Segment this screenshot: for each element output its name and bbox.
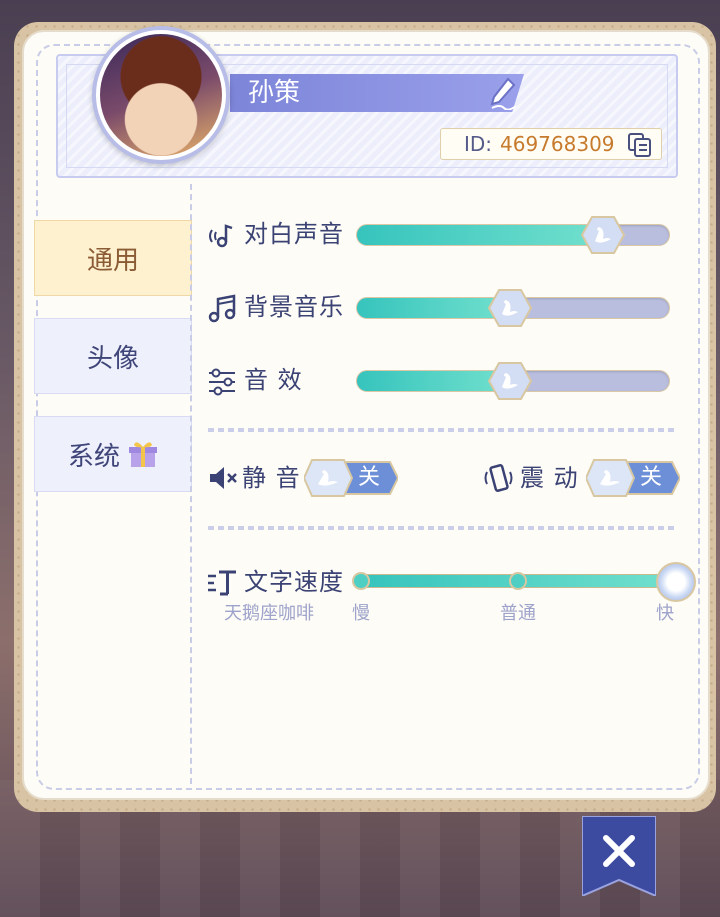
voice-label: 对白声音 [244, 220, 344, 248]
music-slider-knob[interactable] [487, 288, 532, 328]
music-icon [208, 294, 236, 323]
id-value: 469768309 [500, 132, 615, 156]
font-name: 天鹅座咖啡 [224, 603, 314, 624]
tick-slow-label: 慢 [352, 603, 370, 624]
gift-icon [129, 442, 157, 467]
speaker-mute-icon [210, 467, 237, 489]
tab-system-label: 系统 [67, 441, 120, 472]
mute-state: 关 [358, 465, 381, 490]
id-label: ID: [464, 132, 493, 156]
music-slider[interactable] [356, 289, 670, 327]
sfx-slider[interactable] [356, 362, 670, 400]
vibrate-toggle[interactable] [586, 458, 680, 498]
music-label: 背景音乐 [244, 293, 344, 321]
voice-slider-knob[interactable] [581, 215, 626, 255]
voice-slider[interactable] [356, 216, 670, 254]
tick-normal-label: 普通 [500, 603, 536, 624]
voice-icon [209, 224, 233, 248]
sfx-slider-knob[interactable] [487, 361, 532, 401]
tab-general[interactable]: 通用 [34, 220, 192, 296]
vibrate-state: 关 [640, 465, 663, 490]
speed-tick-slow[interactable] [352, 572, 370, 590]
sfx-label: 音 效 [244, 366, 303, 394]
tab-system[interactable]: 系统 [34, 416, 192, 492]
vibrate-label: 震 动 [520, 464, 579, 492]
tab-avatar[interactable]: 头像 [34, 318, 192, 394]
mute-toggle[interactable] [304, 458, 398, 498]
sliders-icon [209, 368, 235, 396]
close-button[interactable] [582, 816, 656, 896]
tab-general-label: 通用 [86, 245, 139, 276]
text-speed-label: 文字速度 [244, 568, 344, 596]
section-divider-2 [208, 526, 678, 530]
vertical-divider [190, 184, 192, 784]
text-speed-knob[interactable] [656, 562, 696, 602]
copy-icon[interactable] [627, 132, 653, 158]
avatar-image [100, 34, 222, 156]
text-speed-icon [208, 570, 236, 596]
tab-avatar-label: 头像 [86, 343, 139, 374]
voice-slider-fill [357, 225, 604, 245]
avatar[interactable] [92, 26, 230, 164]
pen-icon[interactable] [488, 76, 518, 110]
player-name: 孙策 [248, 78, 301, 108]
speed-tick-normal[interactable] [509, 572, 527, 590]
section-divider [208, 428, 678, 432]
vibrate-icon [484, 464, 513, 492]
tick-fast-label: 快 [656, 603, 674, 624]
mute-label: 静 音 [242, 464, 301, 492]
